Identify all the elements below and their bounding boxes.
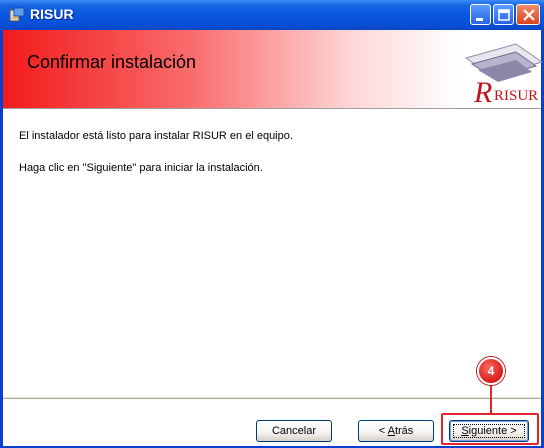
back-button-label: < Atrás	[378, 425, 414, 437]
installer-window: RISUR Confirmar instalación R RISUR El i…	[0, 0, 544, 448]
step-number-badge: 4	[477, 357, 505, 385]
title-bar[interactable]: RISUR	[0, 0, 544, 30]
step-highlight-box	[441, 413, 539, 445]
installer-app-icon	[9, 7, 25, 23]
cancel-button[interactable]: Cancelar	[256, 420, 332, 442]
close-icon[interactable]	[516, 4, 540, 25]
risur-logo-icon: R RISUR	[458, 36, 544, 109]
window-title: RISUR	[30, 6, 74, 22]
step-connector-line	[490, 384, 492, 414]
svg-text:R: R	[473, 76, 492, 106]
maximize-icon[interactable]	[493, 4, 514, 25]
main-content: El instalador está listo para instalar R…	[3, 109, 541, 397]
cancel-button-label: Cancelar	[271, 425, 317, 437]
minimize-icon[interactable]	[470, 4, 491, 25]
ready-message: El instalador está listo para instalar R…	[19, 130, 293, 142]
back-button[interactable]: < Atrás	[358, 420, 434, 442]
header-banner: Confirmar instalación R RISUR	[3, 30, 544, 109]
page-title: Confirmar instalación	[27, 52, 197, 72]
logo-text: RISUR	[494, 88, 538, 104]
instruction-message: Haga clic en "Siguiente" para iniciar la…	[19, 162, 263, 174]
